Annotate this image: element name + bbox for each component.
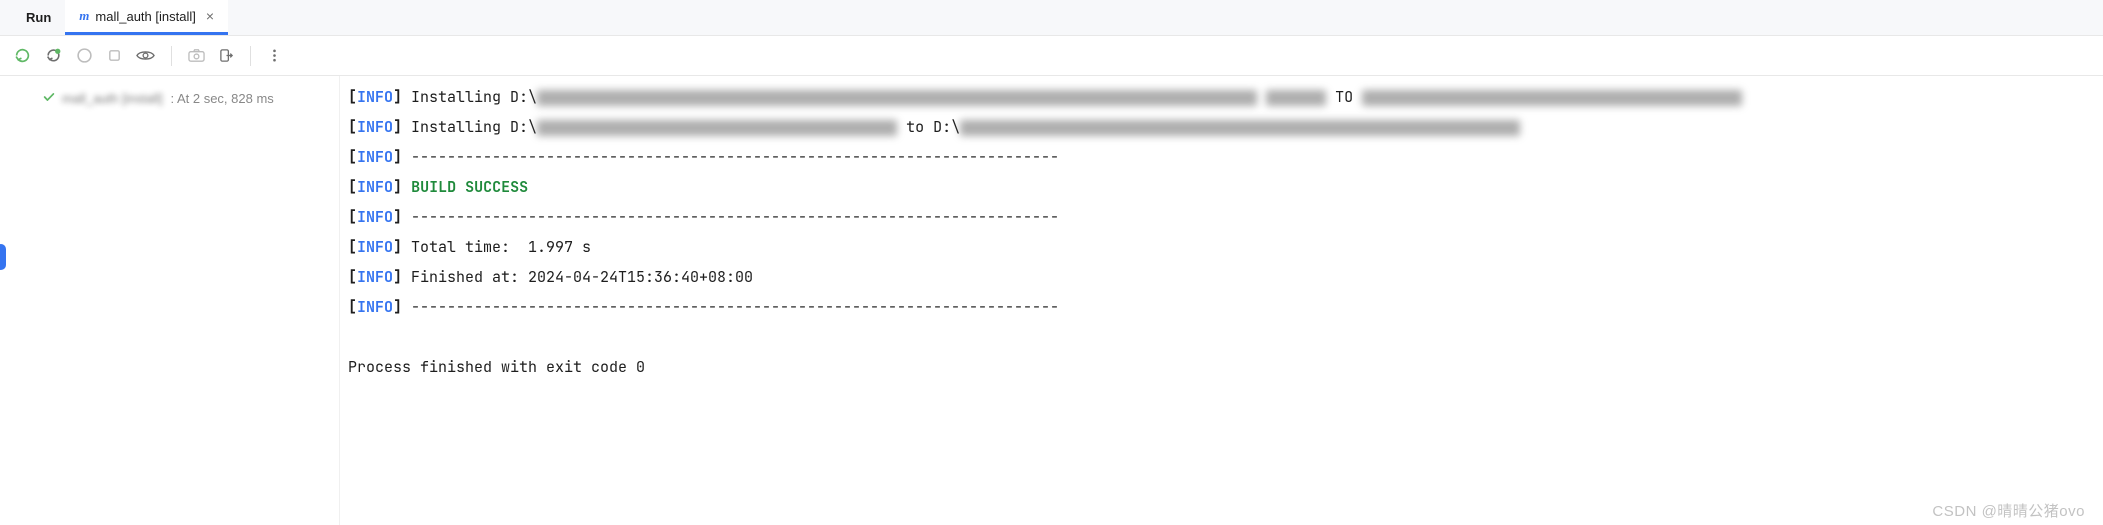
tab-mall-auth-install[interactable]: m mall_auth [install] × — [65, 0, 228, 35]
show-passed-icon[interactable] — [136, 48, 155, 63]
log-line: [INFO] Total time: 1.997 s — [348, 232, 2103, 262]
left-scroll-marker — [0, 244, 6, 270]
main-area: mall_auth [install] : At 2 sec, 828 ms [I… — [0, 76, 2103, 525]
close-icon[interactable]: × — [206, 8, 214, 24]
screenshot-icon[interactable] — [188, 48, 205, 63]
tab-run-label: Run — [26, 10, 51, 25]
watermark: CSDN @晴晴公猪ovo — [1932, 500, 2085, 521]
tree-item[interactable]: mall_auth [install] : At 2 sec, 828 ms — [10, 88, 329, 109]
log-line: [INFO] ---------------------------------… — [348, 292, 2103, 322]
log-line: [INFO] Installing D:\ to D:\ — [348, 112, 2103, 142]
maven-icon: m — [79, 8, 89, 24]
log-blank — [348, 322, 2103, 352]
rerun-button[interactable] — [14, 47, 31, 64]
log-line: [INFO] Finished at: 2024-04-24T15:36:40+… — [348, 262, 2103, 292]
exit-code-line: Process finished with exit code 0 — [348, 352, 2103, 382]
rerun-failed-button[interactable] — [45, 47, 62, 64]
tab-active-label: mall_auth [install] — [95, 9, 195, 24]
log-line: [INFO] ---------------------------------… — [348, 142, 2103, 172]
stop-icon[interactable] — [107, 48, 122, 63]
tabs-bar: Run m mall_auth [install] × — [0, 0, 2103, 36]
console-output[interactable]: [INFO] Installing D:\ TO [INFO] Installi… — [340, 76, 2103, 525]
stop-button[interactable] — [76, 47, 93, 64]
tab-run[interactable]: Run — [12, 0, 65, 35]
toolbar-separator — [171, 46, 172, 66]
check-icon — [42, 90, 56, 107]
run-tool-window: Run m mall_auth [install] × — [0, 0, 2103, 525]
log-line: [INFO] BUILD SUCCESS — [348, 172, 2103, 202]
log-line: [INFO] Installing D:\ TO — [348, 82, 2103, 112]
tree-item-label: mall_auth [install] — [62, 91, 162, 106]
log-line: [INFO] ---------------------------------… — [348, 202, 2103, 232]
tree-item-detail: : At 2 sec, 828 ms — [170, 91, 273, 106]
more-icon[interactable] — [267, 48, 282, 63]
toolbar — [0, 36, 2103, 76]
exit-icon[interactable] — [219, 48, 234, 63]
test-tree-panel: mall_auth [install] : At 2 sec, 828 ms — [0, 76, 340, 525]
toolbar-separator — [250, 46, 251, 66]
